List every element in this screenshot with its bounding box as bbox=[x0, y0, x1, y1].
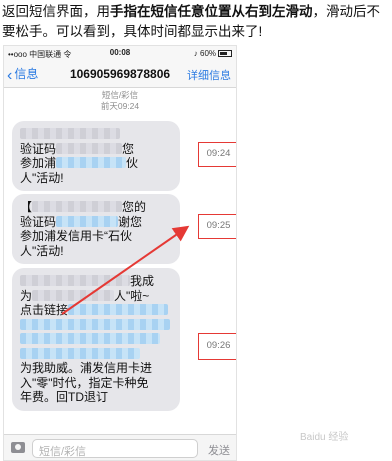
instruction-caption: 返回短信界面，用手指在短信任意位置从右到左滑动，滑动后不要松手。可以看到，具体时… bbox=[2, 2, 392, 42]
send-button[interactable]: 发送 bbox=[208, 442, 230, 458]
watermark: Baidu 经验 bbox=[300, 432, 349, 443]
compose-bar: 短信/彩信 发送 bbox=[4, 434, 236, 460]
caption-bold: 手指在短信任意位置从右到左滑动 bbox=[110, 4, 313, 19]
caption-part1: 返回短信界面，用 bbox=[2, 4, 110, 19]
swipe-arrow-icon bbox=[61, 225, 190, 315]
phone-screen: ••ooo 中国联通 令 00:08 ♪ 60% ‹ 信息 10690596987… bbox=[3, 45, 237, 461]
camera-icon[interactable] bbox=[11, 442, 25, 453]
message-input[interactable]: 短信/彩信 bbox=[32, 439, 198, 458]
